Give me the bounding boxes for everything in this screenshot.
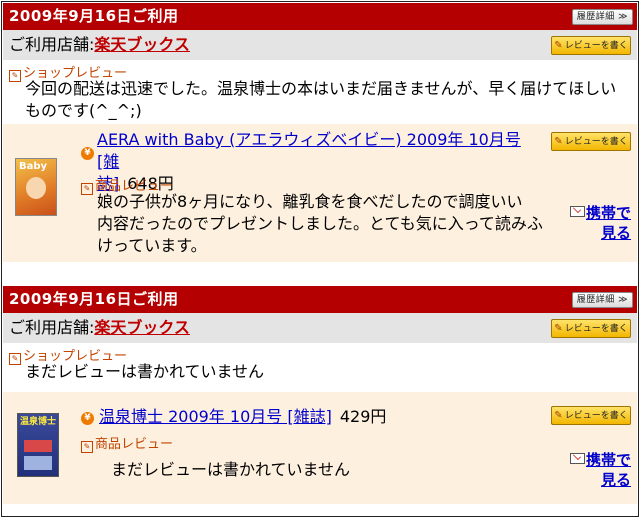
review-note-icon: ✎ bbox=[81, 183, 93, 195]
product-review-text: 娘の子供が8ヶ月になり、離乳食を食べだしたので調度いい 内容だったのでプレゼント… bbox=[97, 192, 543, 255]
history-detail-button[interactable]: 履歴詳細 ≫ bbox=[571, 292, 633, 308]
store-row: ご利用店舗:楽天ブックス ✎ レビューを書く bbox=[3, 30, 637, 60]
order-block: 2009年9月16日ご利用 履歴詳細 ≫ ご利用店舗:楽天ブックス ✎ レビューを… bbox=[3, 3, 637, 262]
store-prefix: ご利用店舗 bbox=[9, 318, 90, 337]
shop-review-section: ✎ ショップレビュー まだレビューは書かれていません bbox=[3, 343, 637, 389]
mobile-mail-icon bbox=[569, 206, 585, 217]
yen-icon: ¥ bbox=[81, 147, 94, 160]
purchase-history-frame: 2009年9月16日ご利用 履歴詳細 ≫ ご利用店舗:楽天ブックス ✎ レビューを… bbox=[1, 1, 639, 517]
view-on-mobile: 携帯で 見る bbox=[569, 450, 631, 490]
order-date-header: 2009年9月16日ご利用 履歴詳細 ≫ bbox=[3, 3, 637, 30]
review-note-icon: ✎ bbox=[9, 70, 21, 82]
item-cover-image[interactable]: 温泉博士 bbox=[17, 413, 59, 477]
item-row: 温泉博士 ¥ 温泉博士 2009年 10月号 [雑誌] 429円 ✎ レビューを書く… bbox=[3, 392, 637, 504]
history-detail-button[interactable]: 履歴詳細 ≫ bbox=[571, 9, 633, 25]
item-cover-image[interactable]: Baby bbox=[15, 158, 57, 216]
shop-review-text: まだレビューは書かれていません bbox=[25, 362, 265, 381]
product-review-text: まだレビューは書かれていません bbox=[111, 460, 351, 479]
order-date: 2009年9月16日ご利用 bbox=[9, 7, 179, 25]
write-shop-review-button[interactable]: ✎ レビューを書く bbox=[551, 36, 631, 55]
order-date-header: 2009年9月16日ご利用 履歴詳細 ≫ bbox=[3, 286, 637, 313]
view-on-mobile-link-2[interactable]: 見る bbox=[601, 471, 631, 489]
view-on-mobile: 携帯で 見る bbox=[569, 203, 631, 243]
write-shop-review-button[interactable]: ✎ レビューを書く bbox=[551, 319, 631, 338]
item-title-link[interactable]: 温泉博士 2009年 10月号 [雑誌] bbox=[99, 407, 332, 426]
store-link[interactable]: 楽天ブックス bbox=[94, 35, 190, 54]
pencil-icon: ✎ bbox=[554, 136, 563, 147]
item-price: 429円 bbox=[339, 407, 387, 426]
write-item-review-button[interactable]: ✎ レビューを書く bbox=[551, 132, 631, 151]
mobile-mail-icon bbox=[569, 453, 585, 464]
pencil-icon: ✎ bbox=[554, 323, 563, 334]
pencil-icon: ✎ bbox=[554, 40, 563, 51]
view-on-mobile-link-2[interactable]: 見る bbox=[601, 224, 631, 242]
item-title: 温泉博士 2009年 10月号 [雑誌] 429円 bbox=[99, 406, 549, 428]
yen-icon: ¥ bbox=[81, 412, 94, 425]
order-block: 2009年9月16日ご利用 履歴詳細 ≫ ご利用店舗:楽天ブックス ✎ レビューを… bbox=[3, 286, 637, 504]
review-note-icon: ✎ bbox=[81, 441, 93, 453]
review-note-icon: ✎ bbox=[9, 353, 21, 365]
pencil-icon: ✎ bbox=[554, 410, 563, 421]
view-on-mobile-link[interactable]: 携帯で bbox=[586, 204, 631, 222]
view-on-mobile-link[interactable]: 携帯で bbox=[586, 451, 631, 469]
shop-review-section: ✎ ショップレビュー 今回の配送は迅速でした。温泉博士の本はいまだ届きませんが、早… bbox=[3, 60, 637, 122]
store-link[interactable]: 楽天ブックス bbox=[94, 318, 190, 337]
store-prefix: ご利用店舗 bbox=[9, 35, 90, 54]
item-row: Baby ¥ AERA with Baby (アエラウィズベイビー) 2009年… bbox=[3, 124, 637, 262]
write-item-review-button[interactable]: ✎ レビューを書く bbox=[551, 406, 631, 425]
order-date: 2009年9月16日ご利用 bbox=[9, 290, 179, 308]
shop-review-text: 今回の配送は迅速でした。温泉博士の本はいまだ届きませんが、早く届けてほしい もの… bbox=[25, 79, 617, 120]
product-review-label: ✎ 商品レビュー bbox=[81, 433, 173, 453]
store-row: ご利用店舗:楽天ブックス ✎ レビューを書く bbox=[3, 313, 637, 343]
